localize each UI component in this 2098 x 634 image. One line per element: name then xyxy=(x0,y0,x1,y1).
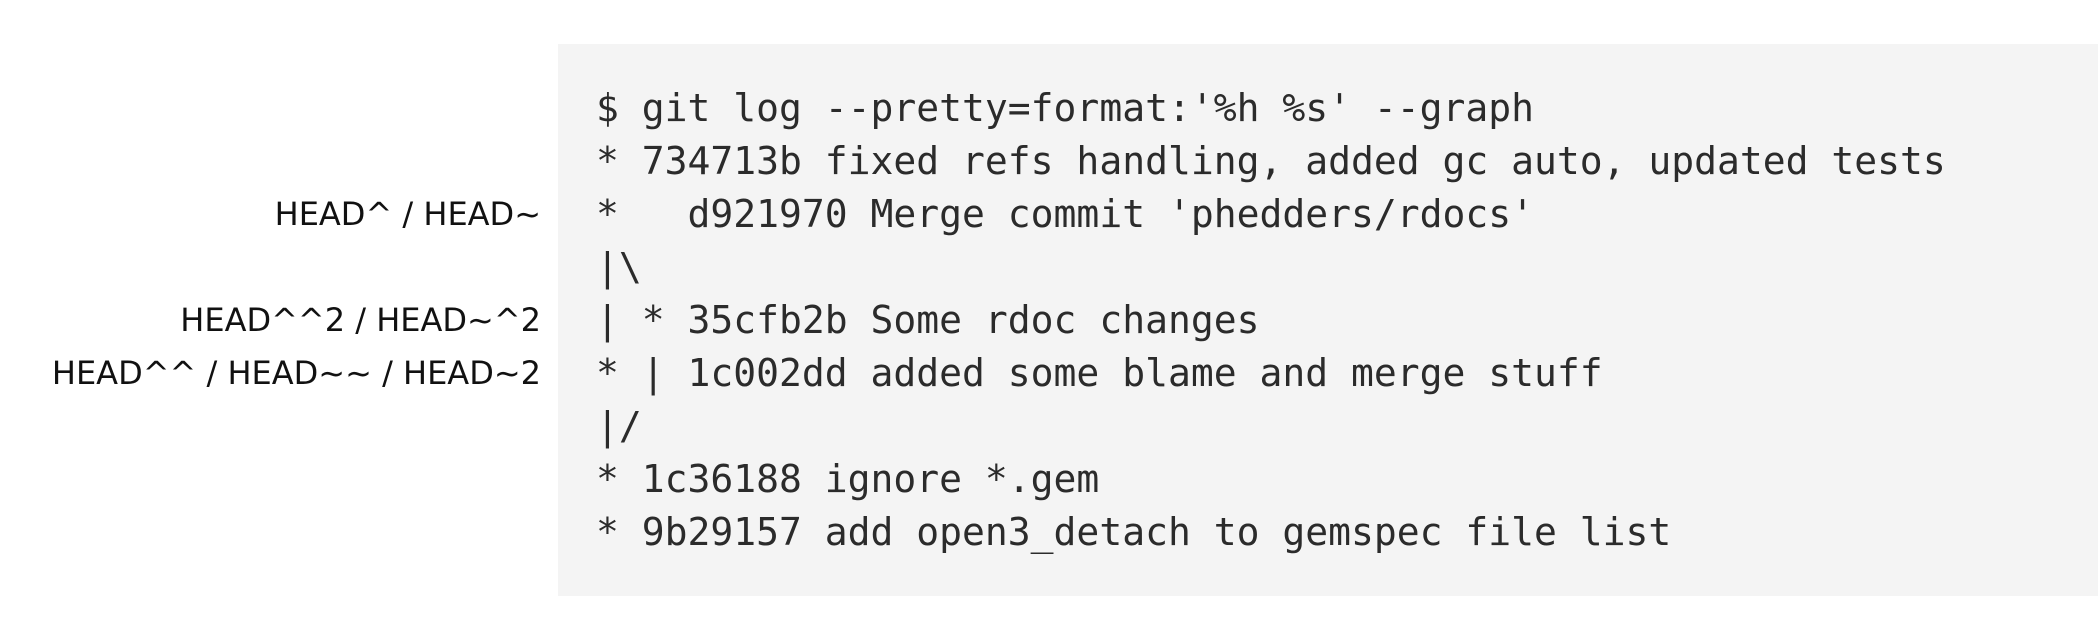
annotation-head-grandparent: HEAD^^ / HEAD~~ / HEAD~2 xyxy=(51,354,541,392)
graph-merge-line: |/ xyxy=(596,404,642,448)
annotation-head-second-parent: HEAD^^2 / HEAD~^2 xyxy=(180,301,541,339)
commit-line-734713b: * 734713b fixed refs handling, added gc … xyxy=(596,139,1946,183)
commit-line-9b29157: * 9b29157 add open3_detach to gemspec fi… xyxy=(596,510,1672,554)
commit-line-d921970: * d921970 Merge commit 'phedders/rdocs' xyxy=(596,192,1534,236)
annotation-head-parent: HEAD^ / HEAD~ xyxy=(274,195,541,233)
commit-line-1c36188: * 1c36188 ignore *.gem xyxy=(596,457,1100,501)
graph-branch-line: |\ xyxy=(596,245,642,289)
command-line: $ git log --pretty=format:'%h %s' --grap… xyxy=(596,86,1534,130)
commit-line-35cfb2b: | * 35cfb2b Some rdoc changes xyxy=(596,298,1260,342)
commit-line-1c002dd: * | 1c002dd added some blame and merge s… xyxy=(596,351,1603,395)
